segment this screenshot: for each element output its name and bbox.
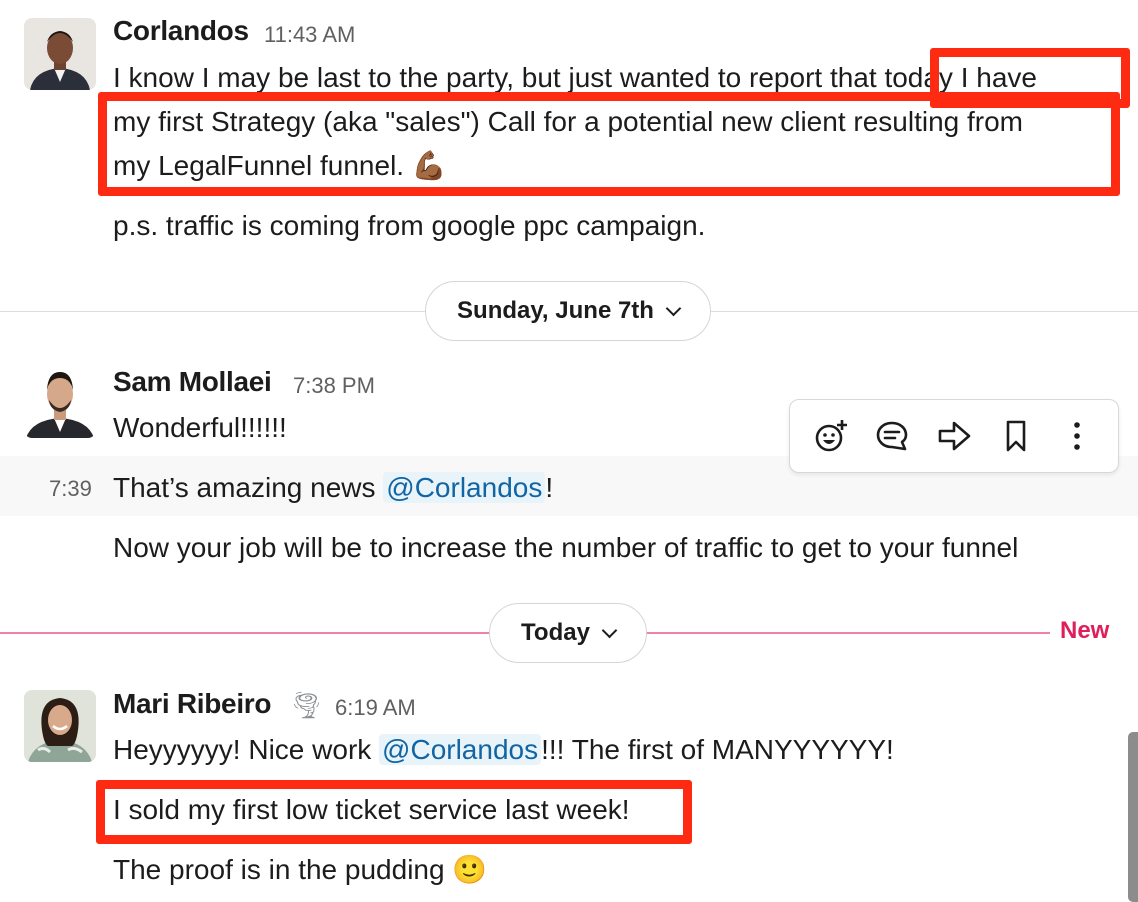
avatar-corlandos[interactable] xyxy=(24,18,96,90)
sender-name[interactable]: Corlandos xyxy=(113,15,249,47)
message-timestamp[interactable]: 6:19 AM xyxy=(335,695,416,721)
date-divider-button[interactable]: Sunday, June 7th xyxy=(425,281,711,341)
reply-in-thread-button[interactable] xyxy=(869,413,915,459)
share-forward-icon xyxy=(938,421,971,451)
avatar-image xyxy=(24,690,96,762)
message-text: I know I may be last to the party, but j… xyxy=(113,62,877,93)
message-timestamp[interactable]: 11:43 AM xyxy=(264,22,355,48)
highlight-box-bottom xyxy=(96,780,692,844)
message-text-line: That’s amazing news @Corlandos! xyxy=(113,466,553,510)
new-messages-label: New xyxy=(1060,617,1110,644)
message-text: ! xyxy=(545,472,554,503)
reply-thread-icon xyxy=(877,421,908,451)
message-text-line: Heyyyyyy! Nice work @Corlandos!!! The fi… xyxy=(113,728,894,772)
slightly-smiling-emoji: 🙂 xyxy=(452,854,488,885)
message-text-line: Now your job will be to increase the num… xyxy=(113,532,1019,563)
avatar-image xyxy=(24,366,96,438)
chevron-down-icon xyxy=(665,300,682,316)
message-text: The proof is in the pudding xyxy=(113,854,445,885)
message-text: That’s amazing news xyxy=(113,472,384,503)
date-label: Today xyxy=(521,619,590,646)
message-text-line: p.s. traffic is coming from google ppc c… xyxy=(113,210,706,241)
highlight-box-main xyxy=(98,92,1120,196)
message-text: Heyyyyyy! Nice work xyxy=(113,734,380,765)
user-mention[interactable]: @Corlandos xyxy=(379,734,542,765)
scrollbar-thumb[interactable] xyxy=(1128,732,1138,902)
avatar-image xyxy=(24,18,96,90)
avatar-sam-mollaei[interactable] xyxy=(24,366,96,438)
add-reaction-button[interactable] xyxy=(808,413,854,459)
bookmark-icon xyxy=(1006,420,1025,452)
message-text-line: Wonderful!!!!!! xyxy=(113,412,287,443)
sender-name[interactable]: Mari Ribeiro xyxy=(113,688,272,720)
share-message-button[interactable] xyxy=(931,413,977,459)
avatar-mari-ribeiro[interactable] xyxy=(24,690,96,762)
message-timestamp[interactable]: 7:38 PM xyxy=(293,373,375,399)
message-text: !!! The first of MANYYYYYY! xyxy=(541,734,894,765)
message-text-line: The proof is in the pudding 🙂 xyxy=(113,848,487,892)
date-label: Sunday, June 7th xyxy=(457,297,654,324)
save-message-button[interactable] xyxy=(993,413,1039,459)
sender-name[interactable]: Sam Mollaei xyxy=(113,366,272,398)
emoji-reaction-icon xyxy=(815,420,847,452)
more-actions-button[interactable] xyxy=(1054,413,1100,459)
message-timestamp[interactable]: 7:39 xyxy=(49,476,92,502)
user-mention[interactable]: @Corlandos xyxy=(383,472,546,503)
more-actions-icon xyxy=(1074,422,1080,450)
chevron-down-icon xyxy=(601,622,618,638)
tornado-status-emoji[interactable]: 🌪 xyxy=(290,690,323,721)
date-divider-button[interactable]: Today xyxy=(489,603,647,663)
message-actions-toolbar xyxy=(789,399,1119,473)
